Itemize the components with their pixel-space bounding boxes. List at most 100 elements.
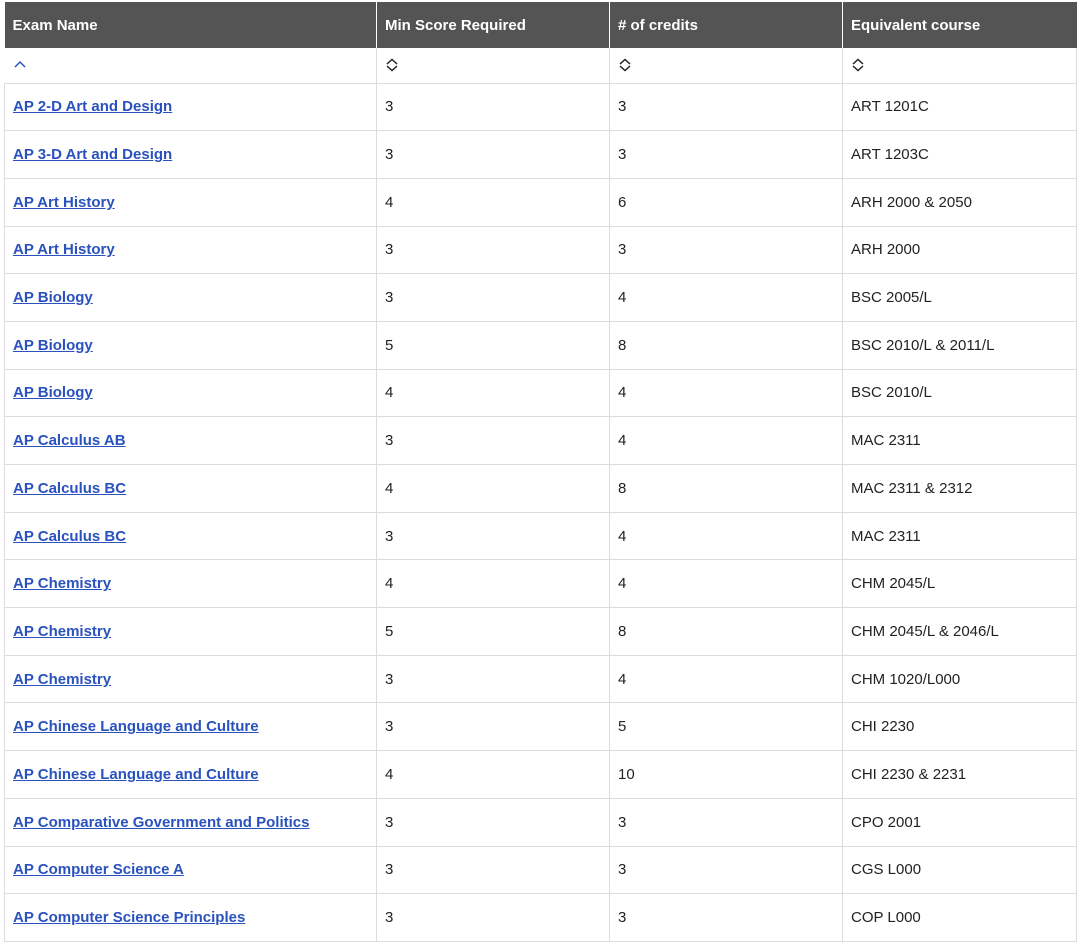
exam-link[interactable]: AP 3-D Art and Design — [13, 146, 172, 163]
chevron-up-icon[interactable] — [13, 58, 27, 72]
exam-name-cell: AP Chemistry — [4, 655, 377, 704]
exam-name-cell: AP Calculus BC — [4, 464, 377, 513]
equivalent-course-cell: CHI 2230 & 2231 — [842, 750, 1077, 799]
column-header-equivalent-course[interactable]: Equivalent course — [842, 2, 1077, 48]
credits-cell: 4 — [609, 512, 843, 561]
equivalent-course-cell: BSC 2010/L — [842, 369, 1077, 418]
equivalent-course-cell: CHI 2230 — [842, 702, 1077, 752]
column-header-credits[interactable]: # of credits — [609, 2, 843, 48]
exam-link[interactable]: AP Chinese Language and Culture — [13, 766, 259, 783]
table-row: AP 3-D Art and Design 3 3 ART 1203C — [4, 130, 1077, 179]
credits-cell: 4 — [609, 416, 843, 465]
exam-name-cell: AP Art History — [4, 178, 377, 227]
min-score-cell: 4 — [376, 750, 610, 799]
exam-name-cell: AP Calculus AB — [4, 416, 377, 465]
exam-name-cell: AP Chemistry — [4, 559, 377, 609]
equivalent-course-cell: MAC 2311 — [842, 512, 1077, 561]
min-score-cell: 3 — [376, 83, 610, 132]
exam-link[interactable]: AP Art History — [13, 194, 115, 211]
exam-name-cell: AP Calculus BC — [4, 512, 377, 561]
exam-name-cell: AP Chinese Language and Culture — [4, 702, 377, 752]
credits-cell: 4 — [609, 559, 843, 609]
table-row: AP Computer Science Principles 3 3 COP L… — [4, 893, 1077, 942]
credits-cell: 8 — [609, 464, 843, 513]
credits-cell: 3 — [609, 226, 843, 275]
exam-name-cell: AP Biology — [4, 273, 377, 322]
equivalent-course-cell: CHM 2045/L & 2046/L — [842, 607, 1077, 656]
table-row: AP Chinese Language and Culture 3 5 CHI … — [4, 702, 1077, 752]
table-row: AP Calculus BC 4 8 MAC 2311 & 2312 — [4, 464, 1077, 513]
credits-cell: 6 — [609, 178, 843, 227]
sort-both-icon[interactable] — [618, 58, 632, 72]
exam-credit-table: Exam Name Min Score Required # of credit… — [4, 2, 1077, 942]
credits-cell: 5 — [609, 702, 843, 752]
equivalent-course-cell: CHM 1020/L000 — [842, 655, 1077, 704]
min-score-cell: 3 — [376, 846, 610, 895]
min-score-cell: 3 — [376, 655, 610, 704]
min-score-cell: 4 — [376, 559, 610, 609]
credits-cell: 3 — [609, 846, 843, 895]
equivalent-course-cell: ART 1201C — [842, 83, 1077, 132]
table-row: AP Calculus AB 3 4 MAC 2311 — [4, 416, 1077, 465]
sort-cell-min-score — [376, 48, 610, 84]
credits-cell: 4 — [609, 369, 843, 418]
credits-cell: 3 — [609, 893, 843, 942]
equivalent-course-cell: CHM 2045/L — [842, 559, 1077, 609]
exam-link[interactable]: AP Computer Science A — [13, 861, 184, 878]
sort-both-icon[interactable] — [851, 58, 865, 72]
table-row: AP Art History 4 6 ARH 2000 & 2050 — [4, 178, 1077, 227]
equivalent-course-cell: BSC 2005/L — [842, 273, 1077, 322]
table-row: AP Comparative Government and Politics 3… — [4, 798, 1077, 847]
sort-cell-equivalent-course — [842, 48, 1077, 84]
table-row: AP Chemistry 4 4 CHM 2045/L — [4, 559, 1077, 609]
credits-cell: 3 — [609, 130, 843, 179]
table-row: AP Chinese Language and Culture 4 10 CHI… — [4, 750, 1077, 799]
exam-link[interactable]: AP Comparative Government and Politics — [13, 814, 309, 831]
exam-link[interactable]: AP Chinese Language and Culture — [13, 718, 259, 735]
equivalent-course-cell: BSC 2010/L & 2011/L — [842, 321, 1077, 370]
exam-name-cell: AP Computer Science Principles — [4, 893, 377, 942]
exam-link[interactable]: AP Calculus AB — [13, 432, 126, 449]
exam-name-cell: AP Biology — [4, 321, 377, 370]
table-row: AP Computer Science A 3 3 CGS L000 — [4, 846, 1077, 895]
table-body: AP 2-D Art and Design 3 3 ART 1201C AP 3… — [4, 83, 1077, 942]
column-header-min-score[interactable]: Min Score Required — [376, 2, 610, 48]
exam-link[interactable]: AP Computer Science Principles — [13, 909, 245, 926]
exam-link[interactable]: AP Chemistry — [13, 623, 111, 640]
table-row: AP Chemistry 3 4 CHM 1020/L000 — [4, 655, 1077, 704]
equivalent-course-cell: ART 1203C — [842, 130, 1077, 179]
min-score-cell: 4 — [376, 464, 610, 513]
exam-link[interactable]: AP Calculus BC — [13, 480, 126, 497]
equivalent-course-cell: MAC 2311 & 2312 — [842, 464, 1077, 513]
equivalent-course-cell: ARH 2000 — [842, 226, 1077, 275]
min-score-cell: 3 — [376, 512, 610, 561]
min-score-cell: 3 — [376, 893, 610, 942]
exam-name-cell: AP Computer Science A — [4, 846, 377, 895]
min-score-cell: 5 — [376, 607, 610, 656]
exam-name-cell: AP Chinese Language and Culture — [4, 750, 377, 799]
sort-both-icon[interactable] — [385, 58, 399, 72]
min-score-cell: 3 — [376, 273, 610, 322]
exam-name-cell: AP Art History — [4, 226, 377, 275]
exam-link[interactable]: AP Chemistry — [13, 575, 111, 592]
exam-link[interactable]: AP Biology — [13, 337, 93, 354]
credits-cell: 8 — [609, 607, 843, 656]
exam-link[interactable]: AP Biology — [13, 289, 93, 306]
exam-link[interactable]: AP Chemistry — [13, 671, 111, 688]
column-header-exam-name[interactable]: Exam Name — [4, 2, 377, 48]
table-row: AP Biology 5 8 BSC 2010/L & 2011/L — [4, 321, 1077, 370]
credits-cell: 8 — [609, 321, 843, 370]
exam-name-cell: AP Biology — [4, 369, 377, 418]
exam-link[interactable]: AP Art History — [13, 241, 115, 258]
equivalent-course-cell: MAC 2311 — [842, 416, 1077, 465]
table-row: AP Biology 3 4 BSC 2005/L — [4, 273, 1077, 322]
min-score-cell: 3 — [376, 130, 610, 179]
equivalent-course-cell: CPO 2001 — [842, 798, 1077, 847]
exam-link[interactable]: AP Biology — [13, 384, 93, 401]
exam-credit-table-container: Exam Name Min Score Required # of credit… — [4, 2, 1077, 942]
min-score-cell: 5 — [376, 321, 610, 370]
credits-cell: 4 — [609, 273, 843, 322]
exam-link[interactable]: AP Calculus BC — [13, 528, 126, 545]
exam-link[interactable]: AP 2-D Art and Design — [13, 98, 172, 115]
equivalent-course-cell: COP L000 — [842, 893, 1077, 942]
